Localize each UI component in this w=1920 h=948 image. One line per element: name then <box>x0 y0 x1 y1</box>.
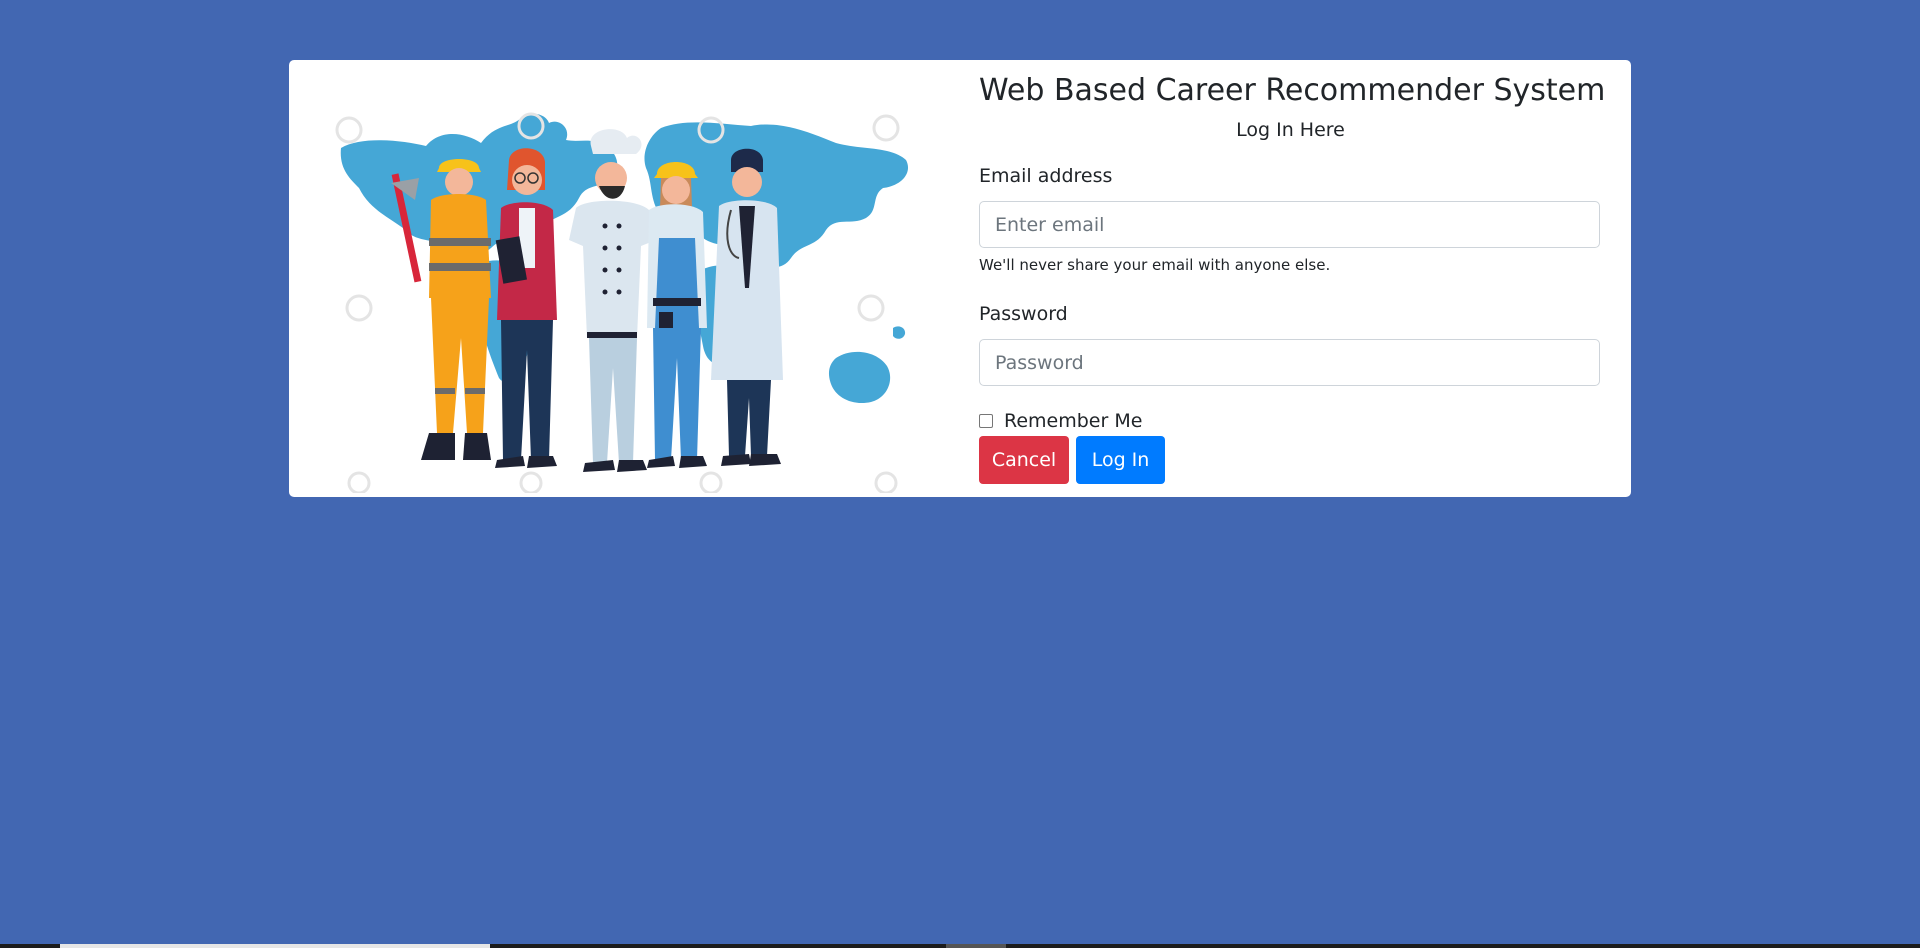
taskbar <box>0 944 1920 948</box>
email-label: Email address <box>979 165 1113 187</box>
password-field[interactable] <box>979 339 1600 386</box>
password-label: Password <box>979 303 1068 325</box>
remember-me-checkbox[interactable] <box>979 414 993 428</box>
page-subtitle: Log In Here <box>1236 119 1345 141</box>
taskbar-item[interactable] <box>946 944 1006 948</box>
login-form: Web Based Career Recommender System Log … <box>979 60 1606 497</box>
email-field[interactable] <box>979 201 1600 248</box>
careers-illustration <box>335 112 909 493</box>
remember-me-row: Remember Me <box>979 410 1142 432</box>
login-button[interactable]: Log In <box>1076 436 1165 484</box>
taskbar-active-window[interactable] <box>60 944 490 948</box>
page-title: Web Based Career Recommender System <box>979 73 1606 108</box>
email-help-text: We'll never share your email with anyone… <box>979 256 1331 274</box>
cancel-button[interactable]: Cancel <box>979 436 1069 484</box>
remember-me-label[interactable]: Remember Me <box>1004 410 1142 432</box>
login-card: Web Based Career Recommender System Log … <box>289 60 1631 497</box>
